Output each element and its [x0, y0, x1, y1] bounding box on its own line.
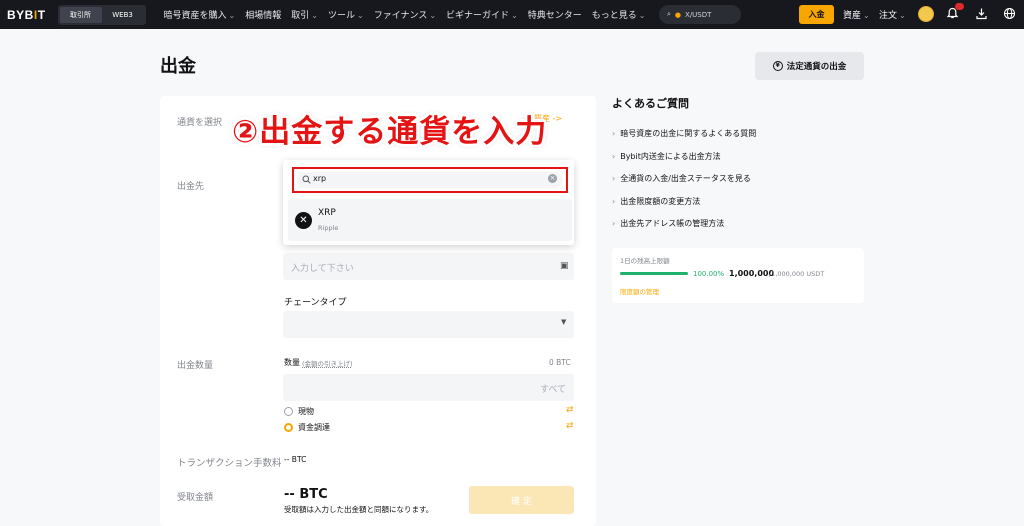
chain-type-label: チェーンタイプ — [284, 298, 347, 308]
receive-label: 受取金額 — [177, 493, 214, 503]
limit-total: /1,000,000 USDT — [769, 270, 825, 278]
faq-title: よくあるご質問 — [612, 97, 689, 110]
option-name: Ripple — [318, 224, 339, 232]
yen-icon: ¥ — [772, 61, 783, 71]
address-book-icon[interactable]: ▣ — [560, 261, 569, 271]
clear-icon[interactable]: × — [548, 174, 557, 183]
faq-item[interactable]: 出金先アドレス帳の管理方法 — [612, 218, 724, 229]
faq-item[interactable]: 暗号資産の出金に関するよくある質問 — [612, 128, 756, 139]
page-title: 出金 — [160, 56, 196, 77]
amount-label: 出金数量 — [177, 361, 214, 371]
caret-down-icon: ▼ — [561, 318, 567, 326]
quantity-label: 数量 — [284, 358, 300, 367]
avatar[interactable] — [918, 6, 934, 22]
fee-label: トランザクション手数料 — [177, 458, 282, 469]
receive-value: -- BTC — [284, 487, 328, 502]
limit-progress-fill — [620, 272, 688, 275]
destination-label: 出金先 — [177, 182, 205, 192]
max-all-button[interactable]: すべて — [540, 382, 566, 395]
address-placeholder: 入力して下さい — [291, 264, 354, 274]
faq-item[interactable]: 全通貨の入金/出金ステータスを見る — [612, 173, 751, 184]
nav-markets[interactable]: 相場情報 — [245, 8, 281, 21]
radio-funding[interactable] — [284, 423, 293, 432]
orders-menu[interactable]: 注文 — [879, 0, 906, 29]
deposit-button[interactable]: 入金 — [799, 5, 834, 24]
limit-used: 1,000,000 — [729, 269, 775, 278]
nav-buy-crypto[interactable]: 暗号資産を購入 — [164, 8, 236, 21]
assets-menu[interactable]: 資産 — [843, 0, 870, 29]
nav-more[interactable]: もっと見る — [592, 8, 646, 21]
global-search[interactable]: ⌕ ● X/USDT — [659, 5, 741, 24]
globe-icon[interactable] — [1002, 7, 1017, 22]
main-nav: 暗号資産を購入 相場情報 取引 ツール ファイナンス ビギナーガイド 特典センタ… — [164, 8, 646, 21]
nav-rewards-center[interactable]: 特典センター — [528, 8, 582, 21]
limit-percent: 100.00% — [693, 270, 725, 278]
nav-beginner-guide[interactable]: ビギナーガイド — [446, 8, 518, 21]
download-icon[interactable] — [974, 7, 989, 22]
fee-value: -- BTC — [284, 455, 307, 464]
search-icon: ⌕ — [667, 10, 671, 18]
limit-label: 1日の残高上限額 — [620, 257, 670, 265]
currency-search-value: xrp — [313, 174, 327, 183]
radio-spot[interactable] — [284, 407, 293, 416]
bybit-logo[interactable]: BYBIT — [7, 8, 46, 22]
fire-icon: ● — [674, 10, 682, 19]
radio-funding-label: 資金調達 — [298, 423, 330, 432]
faq-item[interactable]: 出金限度額の変更方法 — [612, 196, 700, 207]
top-navigation-bar: BYBIT 取引所 WEB3 暗号資産を購入 相場情報 取引 ツール ファイナン… — [0, 0, 1024, 29]
nav-finance[interactable]: ファイナンス — [374, 8, 436, 21]
xrp-icon: ✕ — [295, 212, 312, 229]
instruction-annotation: ②出金する通貨を入力 — [232, 114, 548, 150]
platform-switch: 取引所 WEB3 — [57, 4, 146, 25]
radio-spot-label: 現物 — [298, 407, 314, 416]
faq-item[interactable]: Bybit内送金による出金方法 — [612, 151, 720, 162]
available-balance: 0 BTC — [549, 358, 571, 367]
nav-tools[interactable]: ツール — [328, 8, 364, 21]
confirm-button[interactable]: 確 定 — [469, 486, 574, 514]
currency-label: 通貨を選択 — [177, 118, 223, 128]
quantity-note[interactable]: (金額の引き上げ) — [302, 358, 353, 368]
nav-trade[interactable]: 取引 — [291, 8, 318, 21]
transfer-icon-2[interactable]: ⇄ — [566, 421, 574, 431]
limit-progress-track — [620, 272, 688, 275]
manage-limit-link[interactable]: 限度額の管理 — [620, 286, 659, 296]
quantity-input[interactable] — [283, 374, 574, 401]
search-placeholder: X/USDT — [685, 10, 712, 19]
notification-badge — [955, 3, 964, 10]
tab-web3[interactable]: WEB3 — [102, 7, 144, 23]
tab-exchange[interactable]: 取引所 — [59, 6, 102, 23]
option-symbol: XRP — [318, 208, 336, 218]
search-icon — [302, 175, 311, 184]
transfer-icon[interactable]: ⇄ — [566, 405, 574, 415]
currency-option-xrp[interactable] — [288, 199, 572, 241]
fiat-withdraw-button[interactable]: ¥ 法定通貨の出金 — [755, 52, 864, 80]
chain-type-select[interactable] — [283, 311, 574, 338]
currency-search-input[interactable] — [297, 172, 563, 188]
receive-note: 受取額は入力した出金額と同額になります。 — [284, 505, 434, 514]
